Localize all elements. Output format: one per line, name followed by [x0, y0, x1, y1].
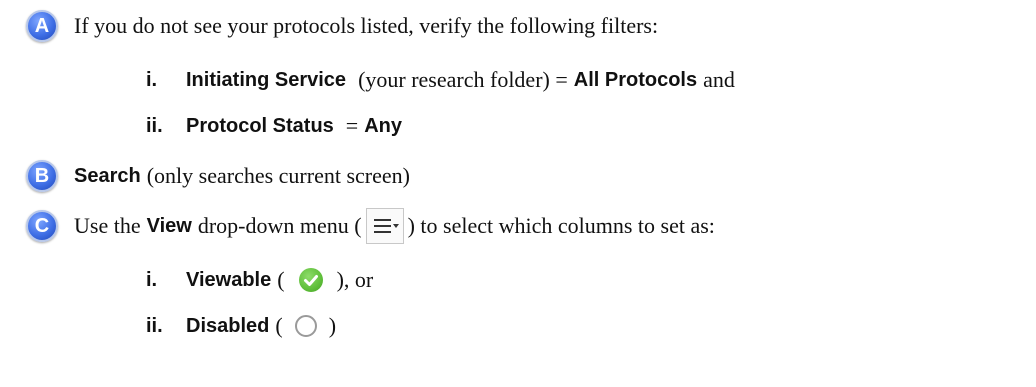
paren-close: ), or — [336, 267, 374, 292]
item-c-post: ) to select which columns to set as: — [407, 213, 715, 238]
search-label: Search — [74, 164, 141, 187]
item-a-sentence: If you do not see your protocols listed,… — [74, 13, 659, 38]
filter-equals: = — [345, 113, 359, 138]
filter-label: Protocol Status — [186, 114, 334, 137]
item-c-sub-2: ii. Disabled ( ) — [146, 304, 336, 348]
filter-label: Initiating Service — [186, 68, 347, 91]
item-b-text: Search (only searches current screen) — [74, 154, 410, 198]
search-note: (only searches current screen) — [146, 163, 410, 188]
item-a-sub-2: ii. Protocol Status = Any — [146, 104, 402, 148]
disabled-label: Disabled — [186, 314, 270, 337]
paren-close: ) — [328, 313, 337, 338]
filter-conjunction: and — [703, 67, 735, 92]
instruction-list: A If you do not see your protocols liste… — [0, 0, 1036, 387]
paren-open: ( — [277, 267, 285, 292]
item-c-sub-1: i. Viewable ( ), or — [146, 258, 373, 302]
item-a-text: If you do not see your protocols listed,… — [74, 4, 658, 48]
menu-dropdown-icon — [365, 208, 404, 244]
item-c-pre: Use the — [74, 213, 141, 238]
badge-c: C — [26, 210, 58, 242]
sub-number: ii. — [146, 114, 163, 137]
sub-number: i. — [146, 68, 158, 91]
filter-value: Any — [364, 114, 403, 137]
paren-open: ( — [275, 313, 283, 338]
green-check-icon — [298, 268, 323, 292]
filter-note: (your research folder) = — [358, 67, 568, 92]
sub-number: ii. — [146, 314, 163, 337]
badge-a: A — [26, 10, 58, 42]
view-label: View — [146, 214, 192, 237]
item-c-mid: drop-down menu ( — [197, 213, 362, 238]
sub-number: i. — [146, 268, 158, 291]
filter-value: All Protocols — [573, 68, 698, 91]
item-c-text: Use the View drop-down menu ( ) to selec… — [74, 204, 715, 248]
item-a-sub-1: i. Initiating Service (your research fol… — [146, 58, 735, 102]
empty-circle-icon — [294, 315, 317, 337]
badge-b: B — [26, 160, 58, 192]
viewable-label: Viewable — [186, 268, 272, 291]
